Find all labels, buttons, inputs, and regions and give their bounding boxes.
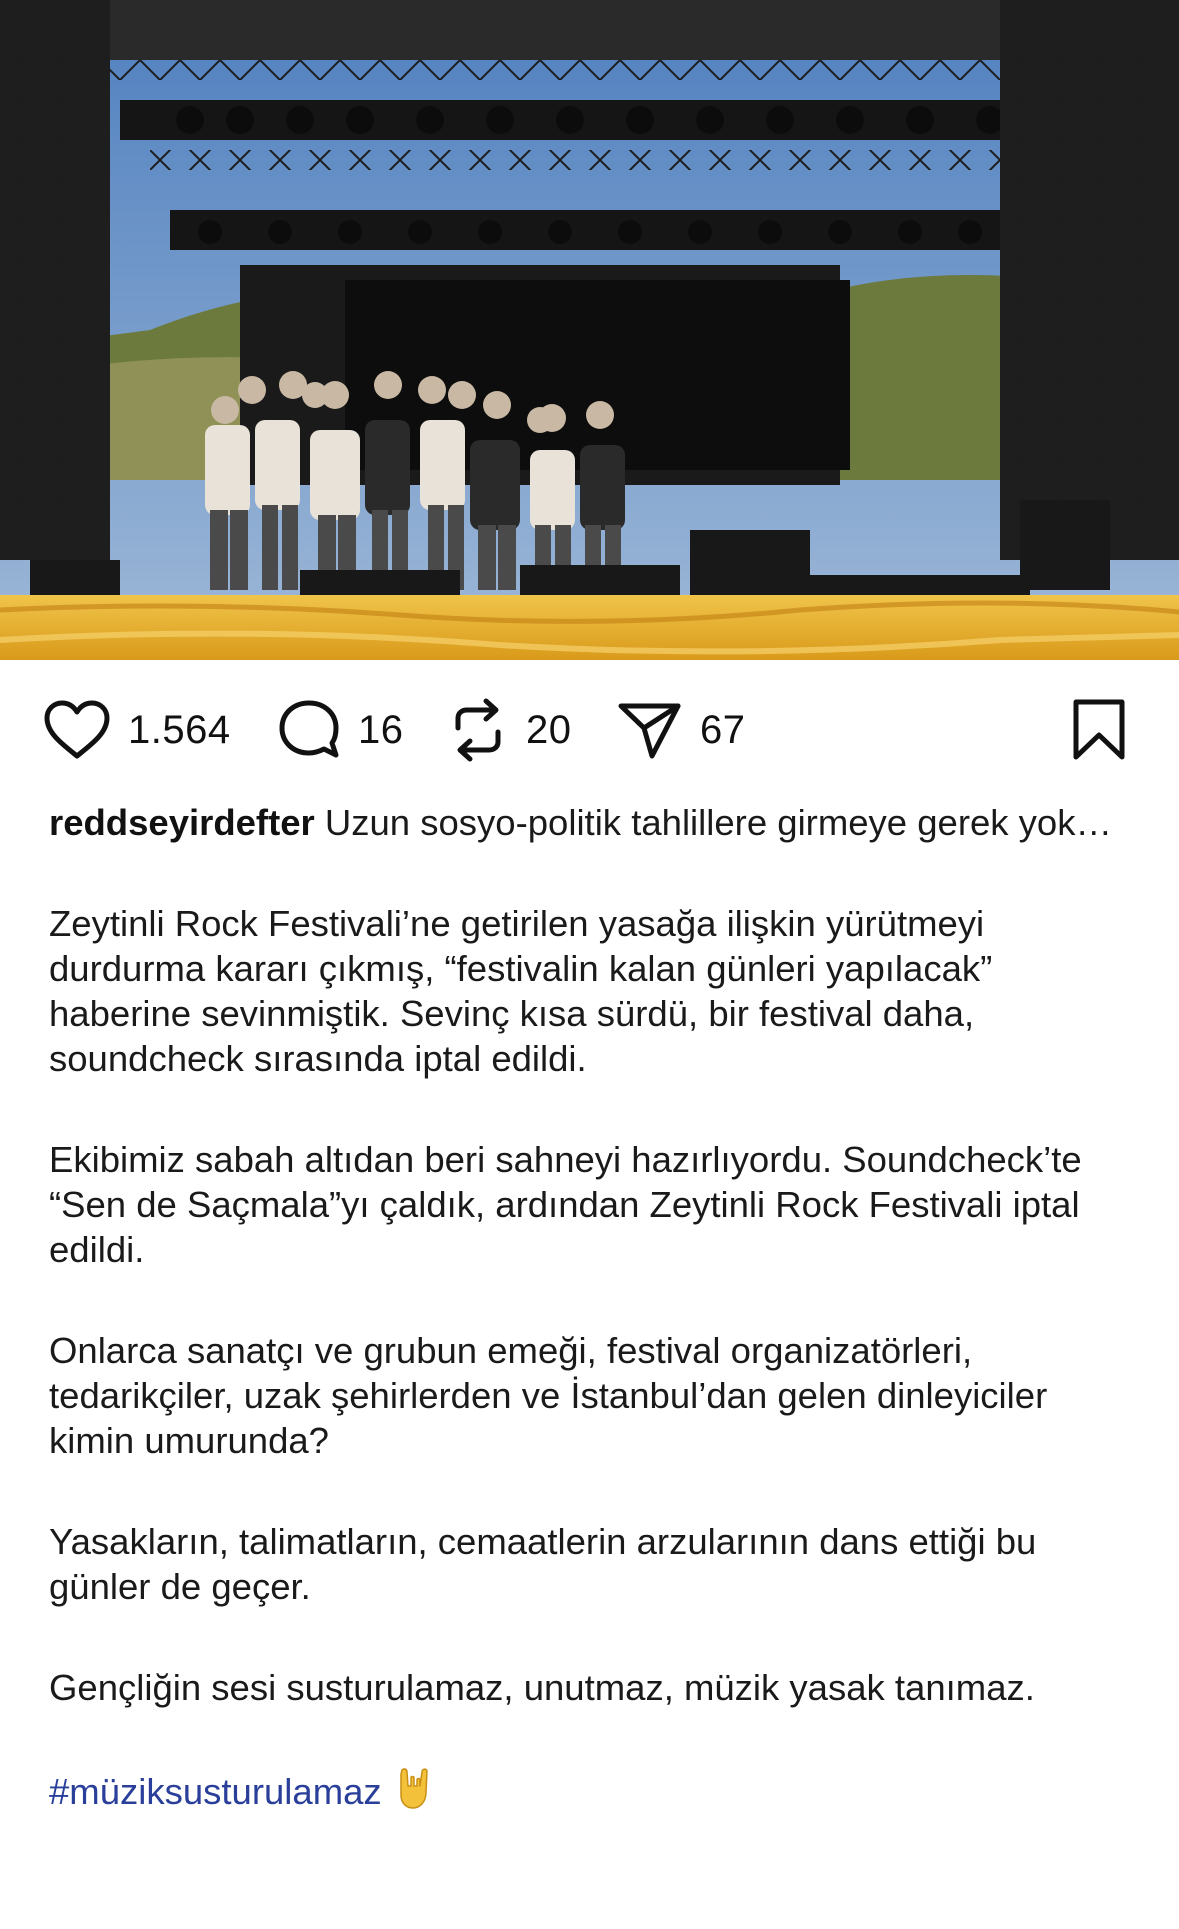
send-icon[interactable]	[616, 698, 684, 762]
save-action[interactable]	[1070, 698, 1128, 762]
post-action-bar: 1.564 16 20 67	[0, 660, 1179, 800]
comment-count: 16	[358, 707, 404, 752]
share-action[interactable]: 67	[616, 698, 746, 762]
repost-count: 20	[526, 707, 572, 752]
bookmark-icon[interactable]	[1070, 697, 1128, 763]
post-caption: reddseyirdefter Uzun sosyo-politik tahli…	[49, 800, 1139, 1876]
caption-paragraph: Onlarca sanatçı ve grubun emeği, festiva…	[49, 1330, 1048, 1461]
heart-icon[interactable]	[42, 698, 112, 762]
caption-paragraph: Yasakların, talimatların, cemaatlerin ar…	[49, 1521, 1037, 1607]
comment-bubble-icon[interactable]	[276, 698, 342, 762]
comment-action[interactable]: 16	[276, 698, 404, 762]
like-action[interactable]: 1.564	[42, 698, 231, 762]
caption-paragraph: Zeytinli Rock Festivali’ne getirilen yas…	[49, 903, 993, 1079]
stage-photo	[0, 0, 1179, 660]
like-count: 1.564	[128, 707, 231, 752]
post-image[interactable]	[0, 0, 1179, 660]
share-count: 67	[700, 707, 746, 752]
repost-icon[interactable]	[446, 696, 510, 764]
sign-of-the-horns-emoji	[396, 1766, 432, 1820]
hashtag-link[interactable]: #müziksusturulamaz	[49, 1771, 382, 1812]
caption-intro-text: Uzun sosyo-politik tahlillere girmeye ge…	[314, 802, 1112, 843]
caption-hashtag-line: #müziksusturulamaz	[49, 1766, 1139, 1820]
caption-paragraph: Gençliğin sesi susturulamaz, unutmaz, mü…	[49, 1667, 1035, 1708]
repost-action[interactable]: 20	[446, 698, 572, 762]
username-link[interactable]: reddseyirdefter	[49, 802, 315, 843]
caption-paragraph: Ekibimiz sabah altıdan beri sahneyi hazı…	[49, 1139, 1082, 1270]
caption-intro: reddseyirdefter Uzun sosyo-politik tahli…	[49, 800, 1139, 845]
